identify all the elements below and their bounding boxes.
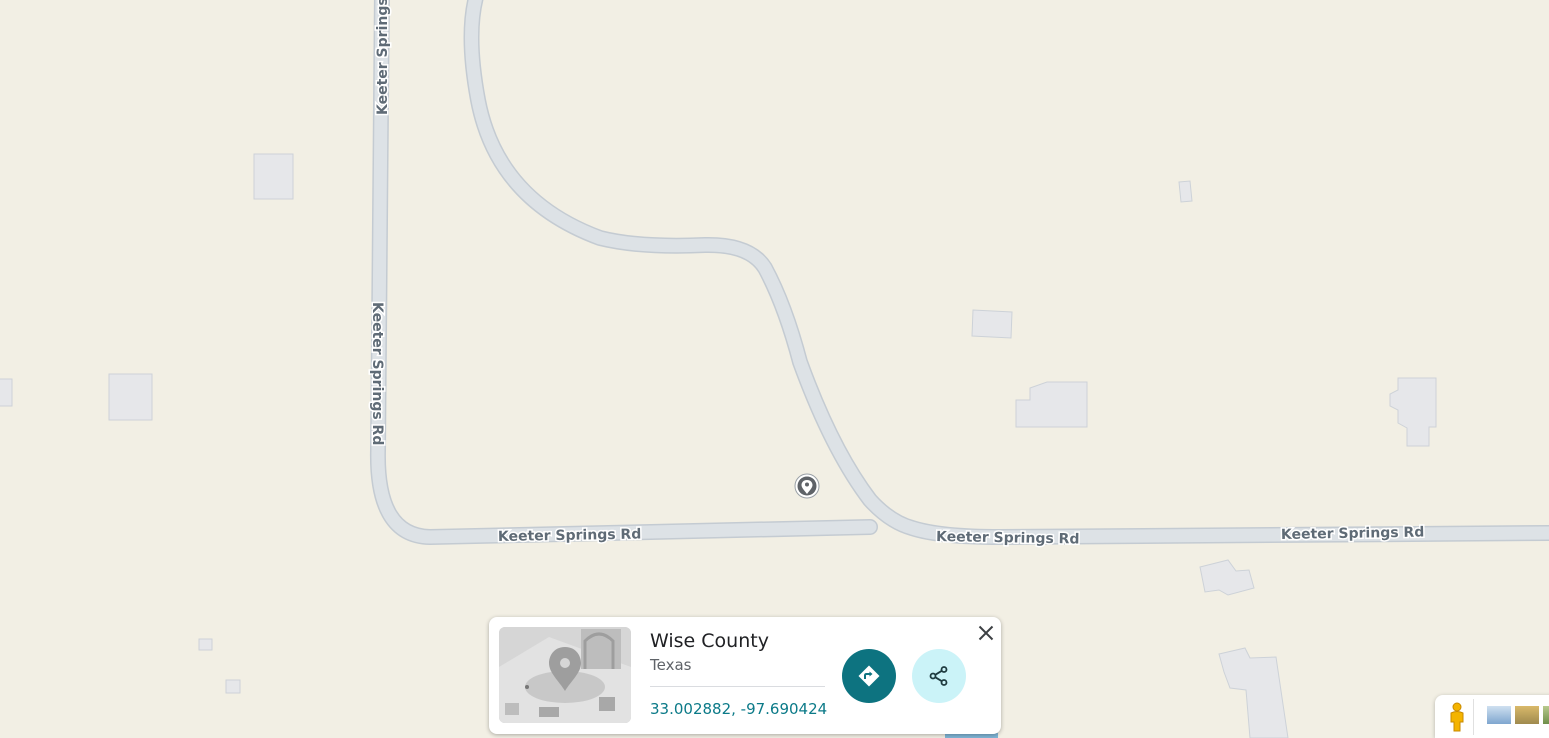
pegman-button[interactable] bbox=[1443, 701, 1471, 733]
building bbox=[1178, 180, 1193, 203]
close-icon bbox=[978, 625, 994, 641]
place-coordinates[interactable]: 33.002882, -97.690424 bbox=[650, 700, 827, 718]
building bbox=[108, 373, 153, 421]
place-card: Wise County Texas 33.002882, -97.690424 bbox=[489, 617, 1001, 734]
place-thumbnail[interactable] bbox=[499, 627, 631, 723]
directions-button[interactable] bbox=[842, 649, 896, 703]
building bbox=[0, 378, 13, 407]
layer-thumbnail[interactable] bbox=[1543, 706, 1549, 724]
location-pin-icon[interactable] bbox=[794, 473, 820, 499]
building bbox=[971, 309, 1013, 339]
road-label: Keeter Springs Rd bbox=[375, 0, 391, 115]
layers-control bbox=[1435, 695, 1549, 738]
road-label: Keeter Springs Rd bbox=[1281, 524, 1425, 542]
building bbox=[198, 638, 213, 651]
layer-thumbnail[interactable] bbox=[1487, 706, 1511, 724]
close-button[interactable] bbox=[974, 621, 998, 645]
layers-divider bbox=[1473, 699, 1474, 735]
road-label: Keeter Springs Rd bbox=[498, 526, 642, 544]
share-button[interactable] bbox=[912, 649, 966, 703]
map-pin-illustration-icon bbox=[499, 627, 631, 723]
directions-icon bbox=[858, 665, 880, 687]
road-label: Keeter Springs Rd bbox=[369, 302, 385, 445]
place-title: Wise County bbox=[650, 630, 769, 652]
building bbox=[253, 153, 294, 200]
layer-thumbnail[interactable] bbox=[1515, 706, 1539, 724]
share-icon bbox=[929, 666, 948, 686]
pegman-icon bbox=[1450, 702, 1464, 732]
road-label: Keeter Springs Rd bbox=[936, 529, 1080, 547]
place-subtitle: Texas bbox=[650, 656, 692, 674]
building bbox=[225, 679, 241, 694]
card-divider bbox=[650, 686, 825, 687]
